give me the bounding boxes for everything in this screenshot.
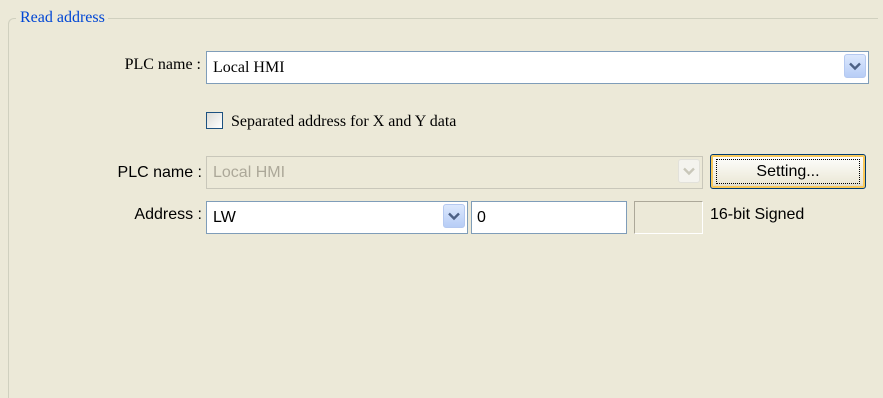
plc-name-dropdown-disabled: Local HMI [206,156,703,189]
chevron-down-icon[interactable] [443,204,465,228]
read-address-title: Read address [16,9,108,27]
setting-button[interactable]: Setting... [710,154,866,189]
data-type-text: 16-bit Signed [710,206,805,223]
address-value-input[interactable]: 0 [471,201,627,234]
chevron-down-icon [678,159,700,183]
chevron-down-icon[interactable] [844,54,866,78]
plc-name-value-2: Local HMI [213,164,286,181]
plc-name-label-2: PLC name : [117,164,202,181]
plc-name-dropdown[interactable]: Local HMI [206,51,869,84]
address-value-text: 0 [477,209,486,226]
plc-name-label: PLC name : [124,56,201,73]
address-label: Address : [134,206,202,223]
setting-button-label: Setting... [756,163,820,180]
separated-address-checkbox[interactable] [206,112,223,129]
address-device-value: LW [213,209,236,226]
plc-name-value: Local HMI [213,59,285,76]
address-device-dropdown[interactable]: LW [206,201,468,234]
address-extra-field [634,201,703,234]
separated-address-label[interactable]: Separated address for X and Y data [231,113,456,131]
